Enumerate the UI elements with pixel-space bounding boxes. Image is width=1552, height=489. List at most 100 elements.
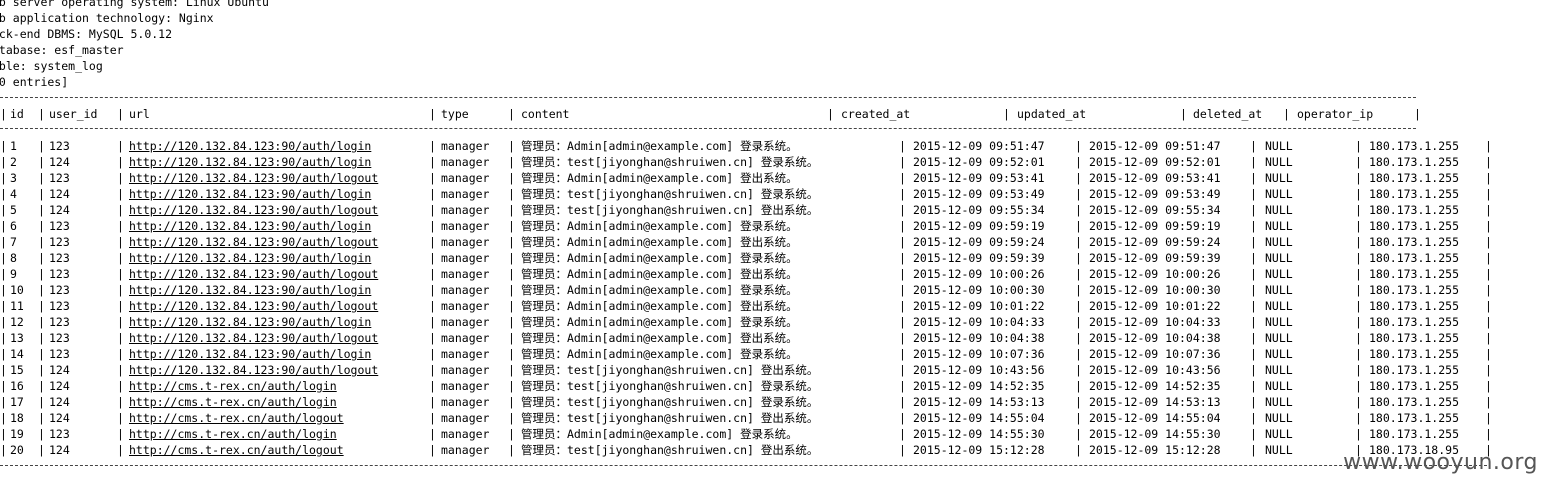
column-divider: |: [1075, 315, 1082, 329]
cell-type: manager: [441, 331, 490, 345]
cell-deleted-at: NULL: [1265, 171, 1293, 185]
cell-updated-at: 2015-12-09 14:52:35: [1089, 379, 1221, 393]
cell-url-link[interactable]: http://120.132.84.123:90/auth/logout: [129, 202, 378, 218]
column-divider: |: [38, 203, 45, 217]
cell-url-link[interactable]: http://120.132.84.123:90/auth/login: [129, 138, 371, 154]
column-divider: |: [1485, 427, 1492, 441]
column-divider: |: [1485, 219, 1492, 233]
column-divider: |: [899, 299, 906, 313]
cell-created-at: 2015-12-09 10:00:30: [913, 283, 1045, 297]
cell-user-id: 123: [49, 283, 70, 297]
cell-content: 管理员：test[jiyonghan@shruiwen.cn] 登录系统。: [521, 187, 819, 201]
cell-url-link[interactable]: http://120.132.84.123:90/auth/login: [129, 218, 371, 234]
column-divider: |: [1355, 251, 1362, 265]
column-divider: |: [429, 411, 436, 425]
cell-url-link[interactable]: http://120.132.84.123:90/auth/logout: [129, 362, 378, 378]
cell-id: 1: [10, 139, 17, 153]
cell-url-link[interactable]: http://cms.t-rex.cn/auth/logout: [129, 442, 344, 458]
column-divider: |: [38, 299, 45, 313]
column-divider: |: [508, 139, 515, 153]
column-header-updated-at: updated_at: [1017, 107, 1087, 121]
cell-updated-at: 2015-12-09 10:01:22: [1089, 299, 1221, 313]
column-divider: |: [0, 171, 7, 185]
cell-content: 管理员：test[jiyonghan@shruiwen.cn] 登录系统。: [521, 395, 819, 409]
column-divider: |: [117, 203, 124, 217]
cell-operator-ip: 180.173.1.255: [1369, 171, 1460, 185]
cell-url-link[interactable]: http://120.132.84.123:90/auth/login: [129, 346, 371, 362]
column-divider: |: [1355, 187, 1362, 201]
cell-id: 9: [10, 267, 17, 281]
cell-type: manager: [441, 267, 490, 281]
cell-updated-at: 2015-12-09 09:59:39: [1089, 251, 1221, 265]
column-divider: |: [1355, 315, 1362, 329]
column-header-id: id: [10, 107, 24, 121]
cell-url-link[interactable]: http://cms.t-rex.cn/auth/logout: [129, 410, 344, 426]
cell-updated-at: 2015-12-09 10:07:36: [1089, 347, 1221, 361]
cell-url-link[interactable]: http://cms.t-rex.cn/auth/login: [129, 378, 337, 394]
cell-url-link[interactable]: http://cms.t-rex.cn/auth/login: [129, 426, 337, 442]
column-divider: |: [429, 299, 436, 313]
column-divider: |: [38, 443, 45, 457]
column-divider: |: [1075, 411, 1082, 425]
column-divider: |: [1485, 235, 1492, 249]
column-divider: |: [0, 107, 7, 121]
cell-url-link[interactable]: http://cms.t-rex.cn/auth/login: [129, 394, 337, 410]
column-divider: |: [508, 267, 515, 281]
column-divider: |: [429, 379, 436, 393]
cell-id: 17: [10, 395, 24, 409]
cell-id: 18: [10, 411, 24, 425]
cell-url-link[interactable]: http://120.132.84.123:90/auth/logout: [129, 170, 378, 186]
column-divider: |: [1250, 187, 1257, 201]
cell-url-link[interactable]: http://120.132.84.123:90/auth/logout: [129, 266, 378, 282]
column-divider: |: [1485, 363, 1492, 377]
column-divider: |: [429, 331, 436, 345]
cell-url-link[interactable]: http://120.132.84.123:90/auth/login: [129, 282, 371, 298]
column-divider: |: [1355, 363, 1362, 377]
cell-updated-at: 2015-12-09 09:52:01: [1089, 155, 1221, 169]
column-divider: |: [1075, 155, 1082, 169]
column-divider: |: [117, 427, 124, 441]
column-divider: |: [429, 171, 436, 185]
cell-type: manager: [441, 155, 490, 169]
cell-url-link[interactable]: http://120.132.84.123:90/auth/login: [129, 154, 371, 170]
cell-url-link[interactable]: http://120.132.84.123:90/auth/logout: [129, 234, 378, 250]
column-divider: |: [1250, 299, 1257, 313]
column-divider: |: [1355, 155, 1362, 169]
column-divider: |: [117, 395, 124, 409]
cell-url-link[interactable]: http://120.132.84.123:90/auth/login: [129, 186, 371, 202]
column-divider: |: [38, 187, 45, 201]
cell-created-at: 2015-12-09 09:59:19: [913, 219, 1045, 233]
cell-updated-at: 2015-12-09 09:53:41: [1089, 171, 1221, 185]
column-divider: |: [429, 155, 436, 169]
cell-updated-at: 2015-12-09 10:00:30: [1089, 283, 1221, 297]
cell-url-link[interactable]: http://120.132.84.123:90/auth/logout: [129, 330, 378, 346]
column-divider: |: [1250, 347, 1257, 361]
column-divider: |: [1250, 363, 1257, 377]
cell-type: manager: [441, 427, 490, 441]
column-divider: |: [508, 395, 515, 409]
column-divider: |: [1485, 203, 1492, 217]
cell-created-at: 2015-12-09 14:55:30: [913, 427, 1045, 441]
cell-url-link[interactable]: http://120.132.84.123:90/auth/login: [129, 314, 371, 330]
cell-id: 10: [10, 283, 24, 297]
column-divider: |: [38, 155, 45, 169]
cell-deleted-at: NULL: [1265, 363, 1293, 377]
column-divider: |: [1250, 139, 1257, 153]
column-divider: |: [1485, 331, 1492, 345]
cell-operator-ip: 180.173.1.255: [1369, 395, 1460, 409]
cell-created-at: 2015-12-09 15:12:28: [913, 443, 1045, 457]
cell-created-at: 2015-12-09 09:55:34: [913, 203, 1045, 217]
cell-content: 管理员：Admin[admin@example.com] 登录系统。: [521, 251, 798, 265]
column-header-created-at: created_at: [841, 107, 911, 121]
cell-operator-ip: 180.173.1.255: [1369, 427, 1460, 441]
column-divider: |: [508, 107, 515, 121]
cell-updated-at: 2015-12-09 09:59:24: [1089, 235, 1221, 249]
column-divider: |: [38, 395, 45, 409]
cell-type: manager: [441, 395, 490, 409]
column-divider: |: [38, 315, 45, 329]
column-divider: |: [1075, 443, 1082, 457]
column-divider: |: [0, 315, 7, 329]
cell-created-at: 2015-12-09 09:52:01: [913, 155, 1045, 169]
cell-url-link[interactable]: http://120.132.84.123:90/auth/login: [129, 250, 371, 266]
cell-url-link[interactable]: http://120.132.84.123:90/auth/logout: [129, 298, 378, 314]
